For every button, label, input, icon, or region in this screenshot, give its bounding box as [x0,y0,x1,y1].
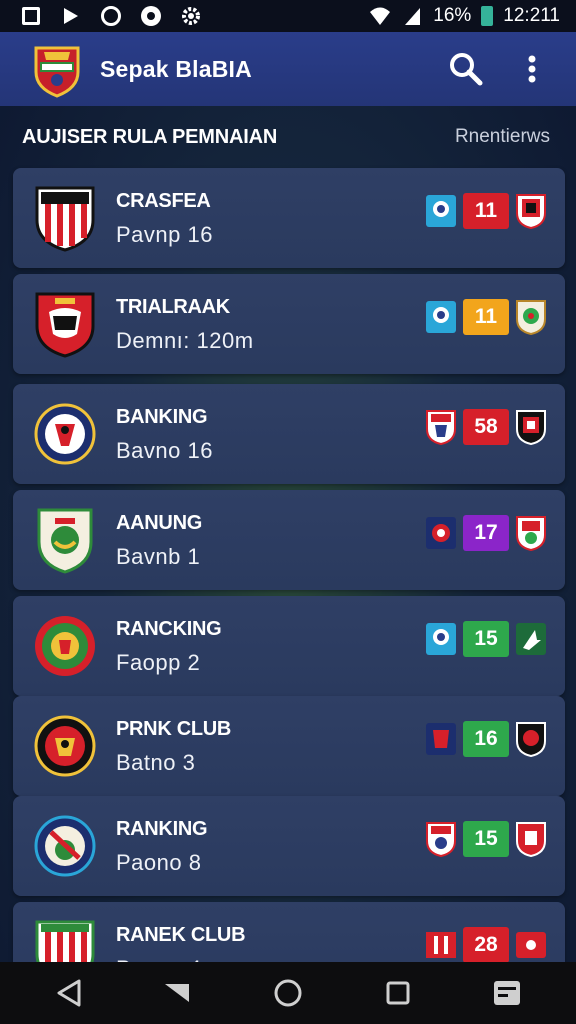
section-link[interactable]: Rnentierws [455,126,550,148]
team-subtitle: Demnı: 120m [116,328,254,353]
score-badge: 16 [463,721,509,757]
club-crest-icon [33,400,97,468]
recents-icon[interactable] [378,973,418,1013]
navigation-bar [0,962,576,1024]
home-icon[interactable] [268,973,308,1013]
menu-icon[interactable] [487,973,527,1013]
team-name: AANUNG [116,512,202,534]
red-shield-badge-icon [515,821,547,857]
navy-round-badge-icon [425,515,457,551]
clock-time: 12:211 [503,5,560,26]
red-flag-badge-icon [515,927,547,963]
battery-percent: 16% [433,5,472,26]
red-shield-badge-icon [515,193,547,229]
team-subtitle: Bavno 16 [116,438,213,463]
list-item[interactable]: CRASFEA Pavnp 16 11 [13,168,565,268]
team-name: RANKING [116,818,208,840]
signal-icon [401,5,423,27]
wifi-icon [369,5,391,27]
flag-icon [60,5,82,27]
club-crest-icon [33,184,97,252]
team-name: RANCKING [116,618,222,640]
club-crest-icon [33,812,97,880]
team-subtitle: Faopp 2 [116,650,201,675]
list-item[interactable]: AANUNG Bavnb 1 17 [13,490,565,590]
club-crest-icon [33,612,97,680]
score-badge: 17 [463,515,509,551]
team-name: TRIALRAAK [116,296,230,318]
section-header: AUJISER RULA PEMNAIAN Rnentierws [0,106,576,168]
app-bar: Sepak BlaBIA [0,32,576,106]
score-badge: 28 [463,927,509,963]
list-item[interactable]: PRNK CLUB Batno 3 16 [13,696,565,796]
cyan-badge-icon [425,193,457,229]
status-bar: 16% 12:211 [0,0,576,32]
gallery-icon [20,5,42,27]
app-title: Sepak BlaBIA [100,55,252,82]
list-item[interactable]: RANKING Paono 8 15 [13,796,565,896]
red-green-shield-badge-icon [515,515,547,551]
score-badge: 58 [463,409,509,445]
team-subtitle: Batno 3 [116,750,196,775]
cyan-badge-icon [425,621,457,657]
team-subtitle: Pavnp 16 [116,222,213,247]
green-arrow-badge-icon [515,621,547,657]
list-item[interactable]: BANKING Bavno 16 58 [13,384,565,484]
team-name: PRNK CLUB [116,718,232,740]
at-icon [100,5,122,27]
team-subtitle: Paono 8 [116,850,202,875]
home-triangle-icon[interactable] [158,973,198,1013]
settings-icon [180,5,202,27]
club-crest-icon [33,506,97,574]
back-icon[interactable] [49,973,89,1013]
red-shield-badge-icon [425,821,457,857]
red-shield-badge-icon [425,409,457,445]
app-logo-icon [30,40,84,98]
list-item[interactable]: RANCKING Faopp 2 15 [13,596,565,696]
green-shield-badge-icon [515,299,547,335]
score-badge: 11 [463,299,509,335]
section-title: AUJISER RULA PEMNAIAN [22,125,278,148]
red-bars-badge-icon [425,927,457,963]
score-badge: 15 [463,821,509,857]
club-crest-icon [33,290,97,358]
more-options-icon[interactable] [514,51,550,87]
team-name: RANEK CLUB [116,924,246,946]
black-red-shield-badge-icon [515,409,547,445]
battery-icon [481,6,494,26]
list-item[interactable]: TRIALRAAK Demnı: 120m 11 [13,274,565,374]
black-red-shield-badge-icon [515,721,547,757]
navy-red-badge-icon [425,721,457,757]
camera-icon [140,5,162,27]
team-subtitle: Bavnb 1 [116,544,201,569]
team-name: BANKING [116,406,208,428]
team-name: CRASFEA [116,190,211,212]
club-crest-icon [33,712,97,780]
score-badge: 15 [463,621,509,657]
cyan-badge-icon [425,299,457,335]
score-badge: 11 [463,193,509,229]
search-icon[interactable] [448,51,484,87]
